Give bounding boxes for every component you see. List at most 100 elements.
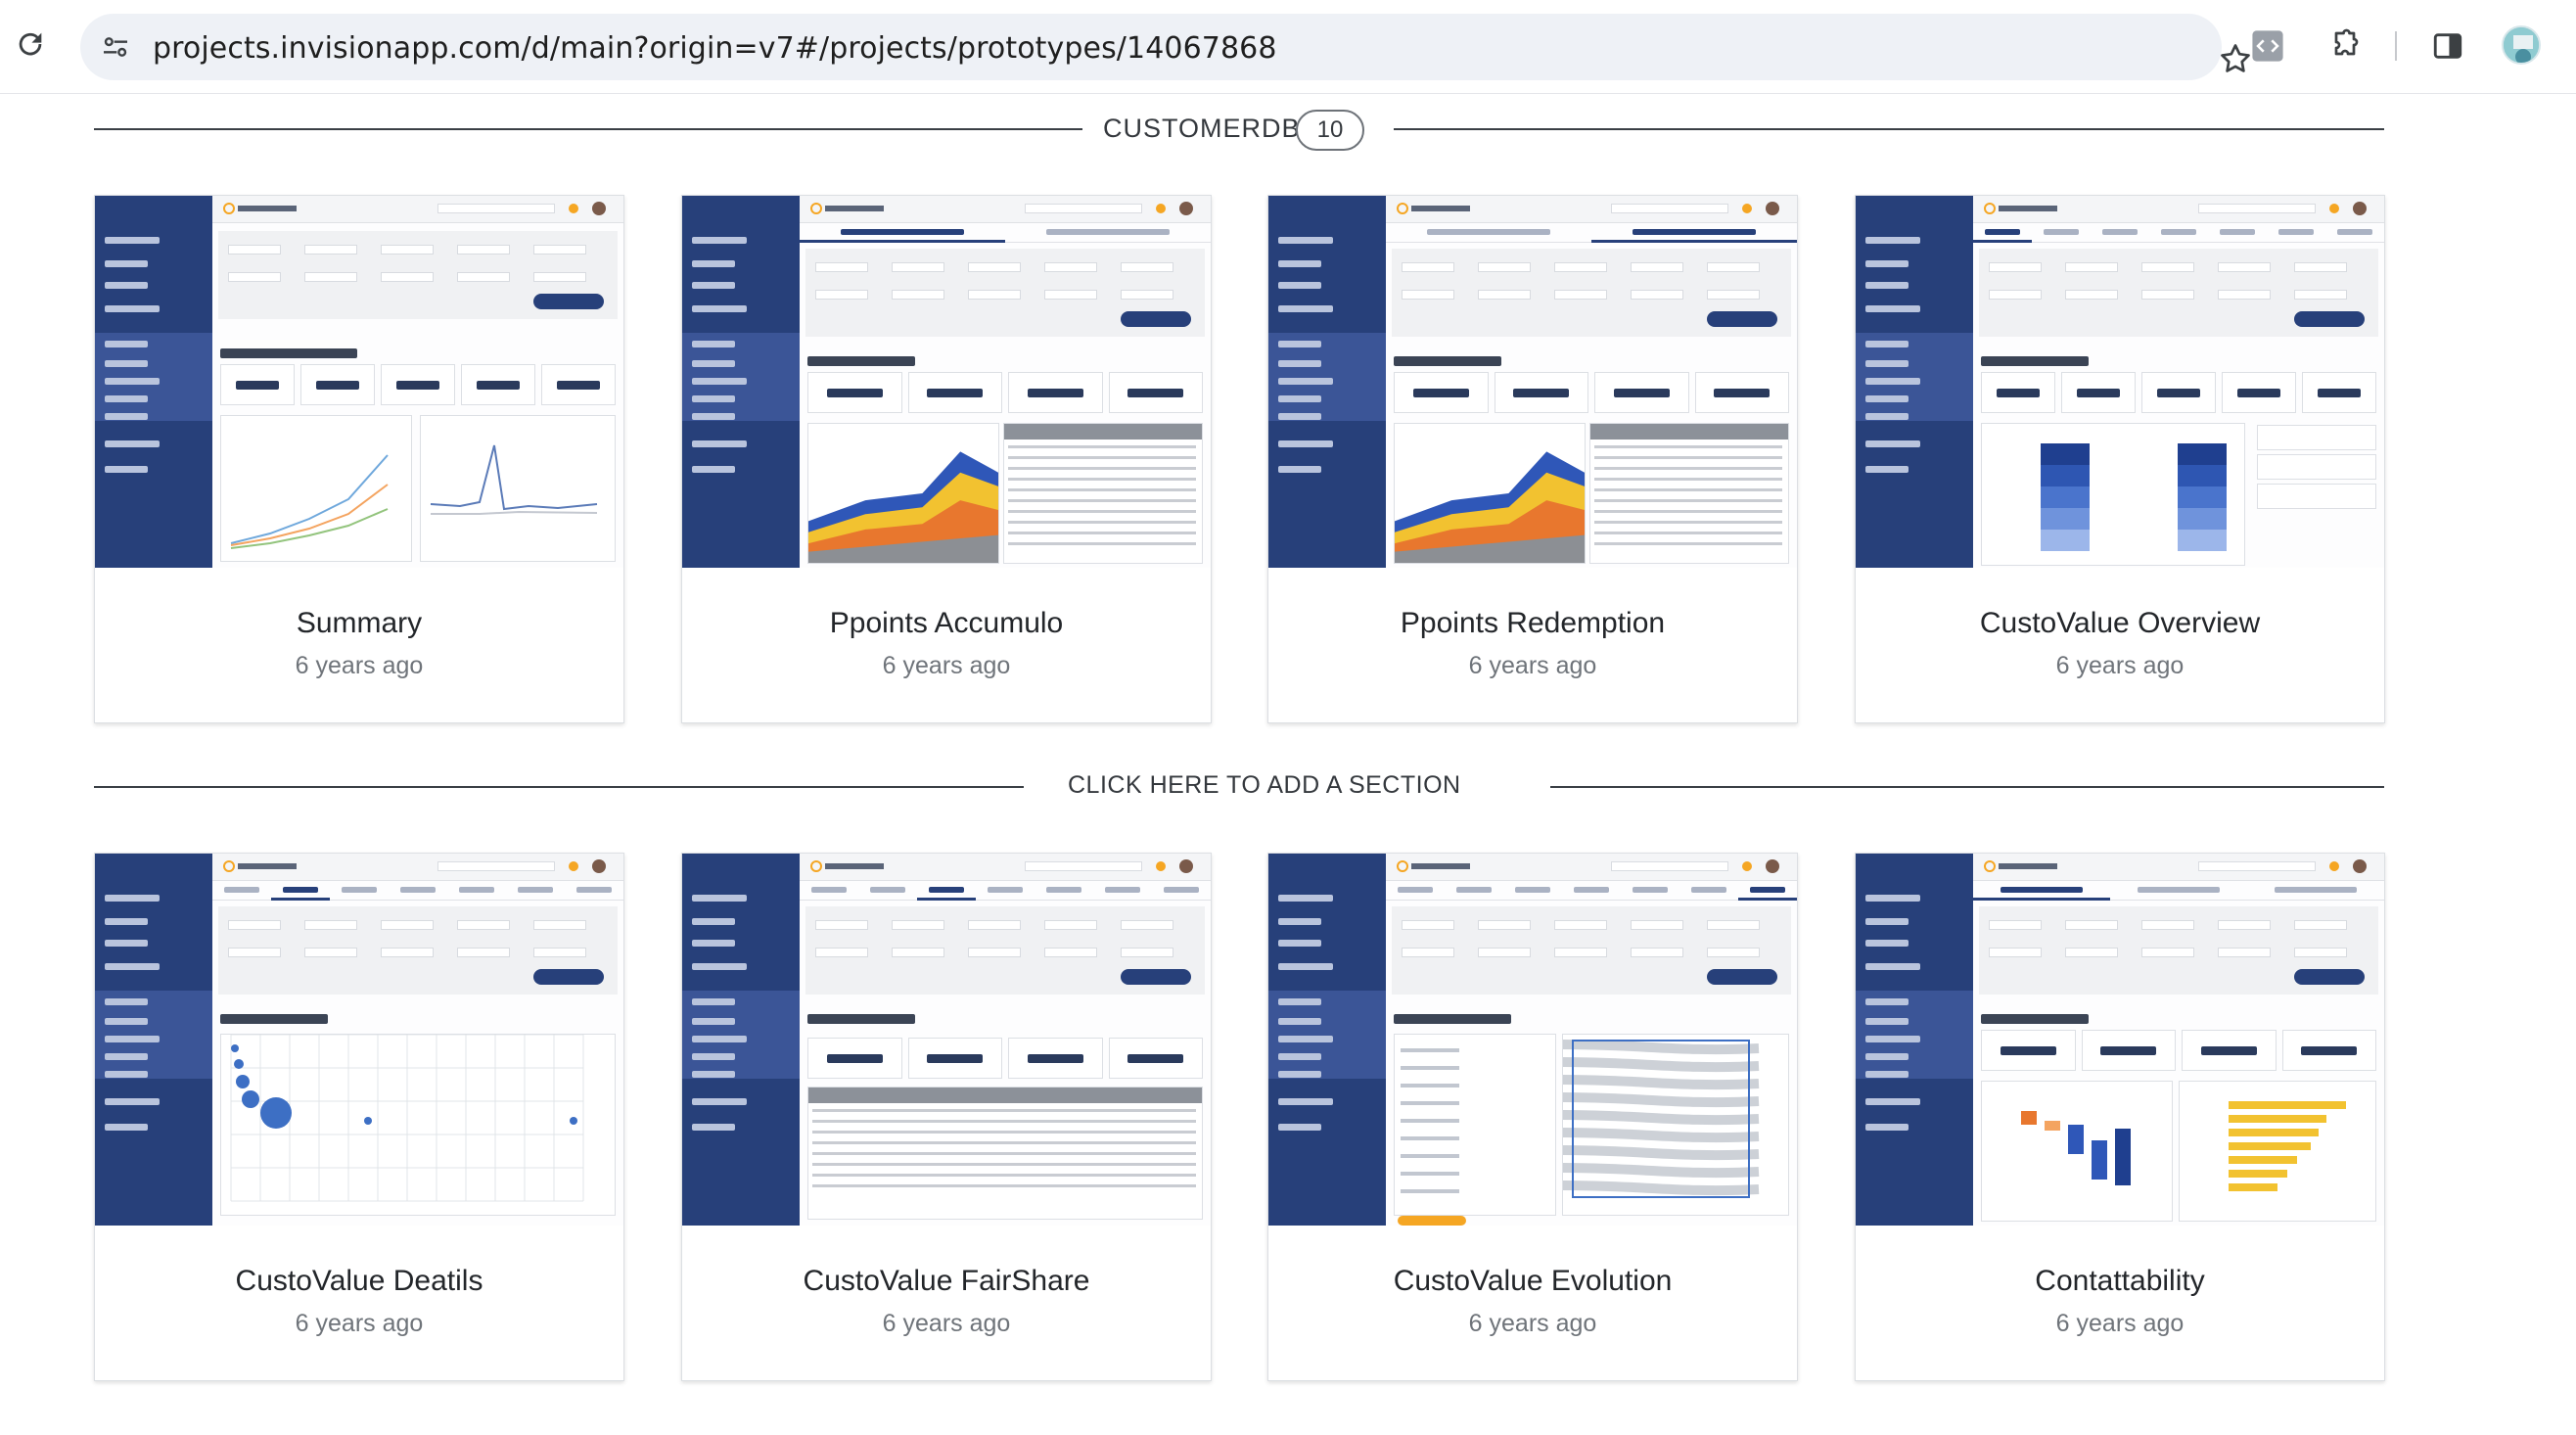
thumbnail-filter-field xyxy=(815,920,868,930)
thumbnail-filter-field xyxy=(1989,290,2042,300)
card-thumbnail[interactable] xyxy=(682,196,1211,568)
thumbnail-apply-button xyxy=(1707,969,1777,985)
thumbnail-nav-item xyxy=(692,440,747,447)
thumbnail-notification-icon xyxy=(1156,204,1166,213)
prototype-card[interactable]: Contattability 6 years ago xyxy=(1855,853,2385,1381)
thumbnail-filter-panel xyxy=(805,249,1205,337)
prototype-card[interactable]: Summary 6 years ago xyxy=(94,195,624,723)
thumbnail-logo-icon xyxy=(810,860,884,872)
card-thumbnail[interactable] xyxy=(682,854,1211,1226)
thumbnail-filter-field xyxy=(815,948,868,957)
thumbnail-logo-icon xyxy=(223,203,297,214)
thumbnail-nav-item xyxy=(105,895,160,902)
prototype-card[interactable]: CustoValue Overview 6 years ago xyxy=(1855,195,2385,723)
thumbnail-body xyxy=(1973,881,2384,1226)
thumbnail-filter-field xyxy=(1402,290,1454,300)
card-thumbnail[interactable] xyxy=(1268,196,1797,568)
card-title[interactable]: CustoValue Evolution xyxy=(1268,1265,1797,1298)
prototype-card[interactable]: CustoValue Evolution 6 years ago xyxy=(1267,853,1798,1381)
side-panel-icon[interactable] xyxy=(2431,29,2464,63)
card-thumbnail[interactable] xyxy=(95,196,623,568)
reload-icon[interactable] xyxy=(14,27,47,61)
thumbnail-topbar xyxy=(1386,196,1797,223)
thumbnail-heading xyxy=(1981,1014,2089,1024)
thumbnail-filter-field xyxy=(1707,290,1760,300)
section-title[interactable]: CUSTOMERDB xyxy=(1103,114,1301,144)
card-timestamp: 6 years ago xyxy=(1468,652,1597,679)
card-timestamp: 6 years ago xyxy=(295,1310,424,1337)
site-info-icon[interactable] xyxy=(100,31,131,63)
thumbnail-kpi-value xyxy=(315,381,360,390)
thumbnail-user-avatar xyxy=(1179,859,1193,873)
thumbnail-tab-underline xyxy=(917,898,976,901)
thumbnail-filter-field xyxy=(1478,920,1531,930)
thumbnail-tab xyxy=(342,887,377,893)
card-title[interactable]: CustoValue FairShare xyxy=(682,1265,1211,1298)
thumbnail-filter-field xyxy=(2218,290,2271,300)
address-bar[interactable]: projects.invisionapp.com/d/main?origin=v… xyxy=(80,14,2250,80)
url-text[interactable]: projects.invisionapp.com/d/main?origin=v… xyxy=(153,31,1277,66)
thumbnail-tab xyxy=(400,887,436,893)
thumbnail-table-row xyxy=(1594,467,1782,470)
thumbnail-logo-icon xyxy=(1984,203,2057,214)
thumbnail-filter-field xyxy=(1121,948,1173,957)
thumbnail-nav-item xyxy=(1865,963,1920,970)
thumbnail-kpi-value xyxy=(826,389,883,397)
card-thumbnail[interactable] xyxy=(95,854,623,1226)
prototype-card[interactable]: Ppoints Accumulo 6 years ago xyxy=(681,195,1212,723)
card-title[interactable]: Summary xyxy=(95,607,623,640)
thumbnail-kpi-value xyxy=(235,381,280,390)
thumbnail-nav-item xyxy=(1865,918,1909,925)
thumbnail-kpi-card xyxy=(2281,1030,2376,1071)
thumbnail-nav-item xyxy=(1278,918,1321,925)
thumbnail-filter-field xyxy=(228,272,281,282)
code-extension-icon[interactable] xyxy=(2251,29,2284,63)
thumbnail-heading xyxy=(220,1014,328,1024)
thumbnail-tab xyxy=(459,887,494,893)
thumbnail-kpi-value xyxy=(1714,389,1771,397)
thumbnail-tab xyxy=(1164,887,1199,893)
thumbnail-kpi-value xyxy=(2200,1046,2257,1055)
thumbnail-search-box xyxy=(2198,861,2316,871)
thumbnail-table-row xyxy=(1594,521,1782,524)
thumbnail-filter-panel xyxy=(805,906,1205,995)
thumbnail-tab xyxy=(1633,887,1668,893)
thumbnail-tab xyxy=(1046,229,1170,235)
thumbnail-topbar xyxy=(212,854,623,881)
thumbnail-nav-item xyxy=(1865,413,1909,420)
star-icon[interactable] xyxy=(2218,41,2253,76)
card-title[interactable]: Contattability xyxy=(1856,1265,2384,1298)
thumbnail-nav-item xyxy=(105,998,148,1005)
card-title[interactable]: Ppoints Accumulo xyxy=(682,607,1211,640)
card-thumbnail[interactable] xyxy=(1856,196,2384,568)
thumbnail-filter-field xyxy=(2141,948,2194,957)
thumbnail-heading xyxy=(807,356,915,366)
prototype-card[interactable]: CustoValue Deatils 6 years ago xyxy=(94,853,624,1381)
profile-avatar[interactable] xyxy=(2502,25,2541,65)
thumbnail-notification-icon xyxy=(569,861,578,871)
thumbnail-filter-field xyxy=(2218,920,2271,930)
puzzle-icon[interactable] xyxy=(2327,27,2363,63)
thumbnail-filter-panel xyxy=(1392,906,1791,995)
thumbnail-nav-item xyxy=(1865,1124,1909,1131)
prototype-card[interactable]: CustoValue FairShare 6 years ago xyxy=(681,853,1212,1381)
thumbnail-kpi-value xyxy=(927,1054,984,1063)
thumbnail-search-box xyxy=(1611,204,1728,213)
thumbnail-chart-graphic xyxy=(1562,1040,1760,1198)
card-title[interactable]: Ppoints Redemption xyxy=(1268,607,1797,640)
prototype-card[interactable]: Ppoints Redemption 6 years ago xyxy=(1267,195,1798,723)
thumbnail-table-row xyxy=(1008,456,1196,459)
thumbnail-filter-panel xyxy=(1979,906,2378,995)
card-thumbnail[interactable] xyxy=(1268,854,1797,1226)
thumbnail-nav-item xyxy=(105,963,160,970)
card-title[interactable]: CustoValue Overview xyxy=(1856,607,2384,640)
thumbnail-logo-icon xyxy=(810,203,884,214)
thumbnail-kpi-card xyxy=(2061,372,2136,413)
card-thumbnail[interactable] xyxy=(1856,854,2384,1226)
thumbnail-kpi-card xyxy=(2257,484,2376,509)
thumbnail-apply-button xyxy=(1121,969,1191,985)
thumbnail-tabs xyxy=(1386,881,1797,901)
card-title[interactable]: CustoValue Deatils xyxy=(95,1265,623,1298)
add-section-button[interactable]: CLICK HERE TO ADD A SECTION xyxy=(1068,771,1461,800)
thumbnail-tab xyxy=(1633,229,1756,235)
